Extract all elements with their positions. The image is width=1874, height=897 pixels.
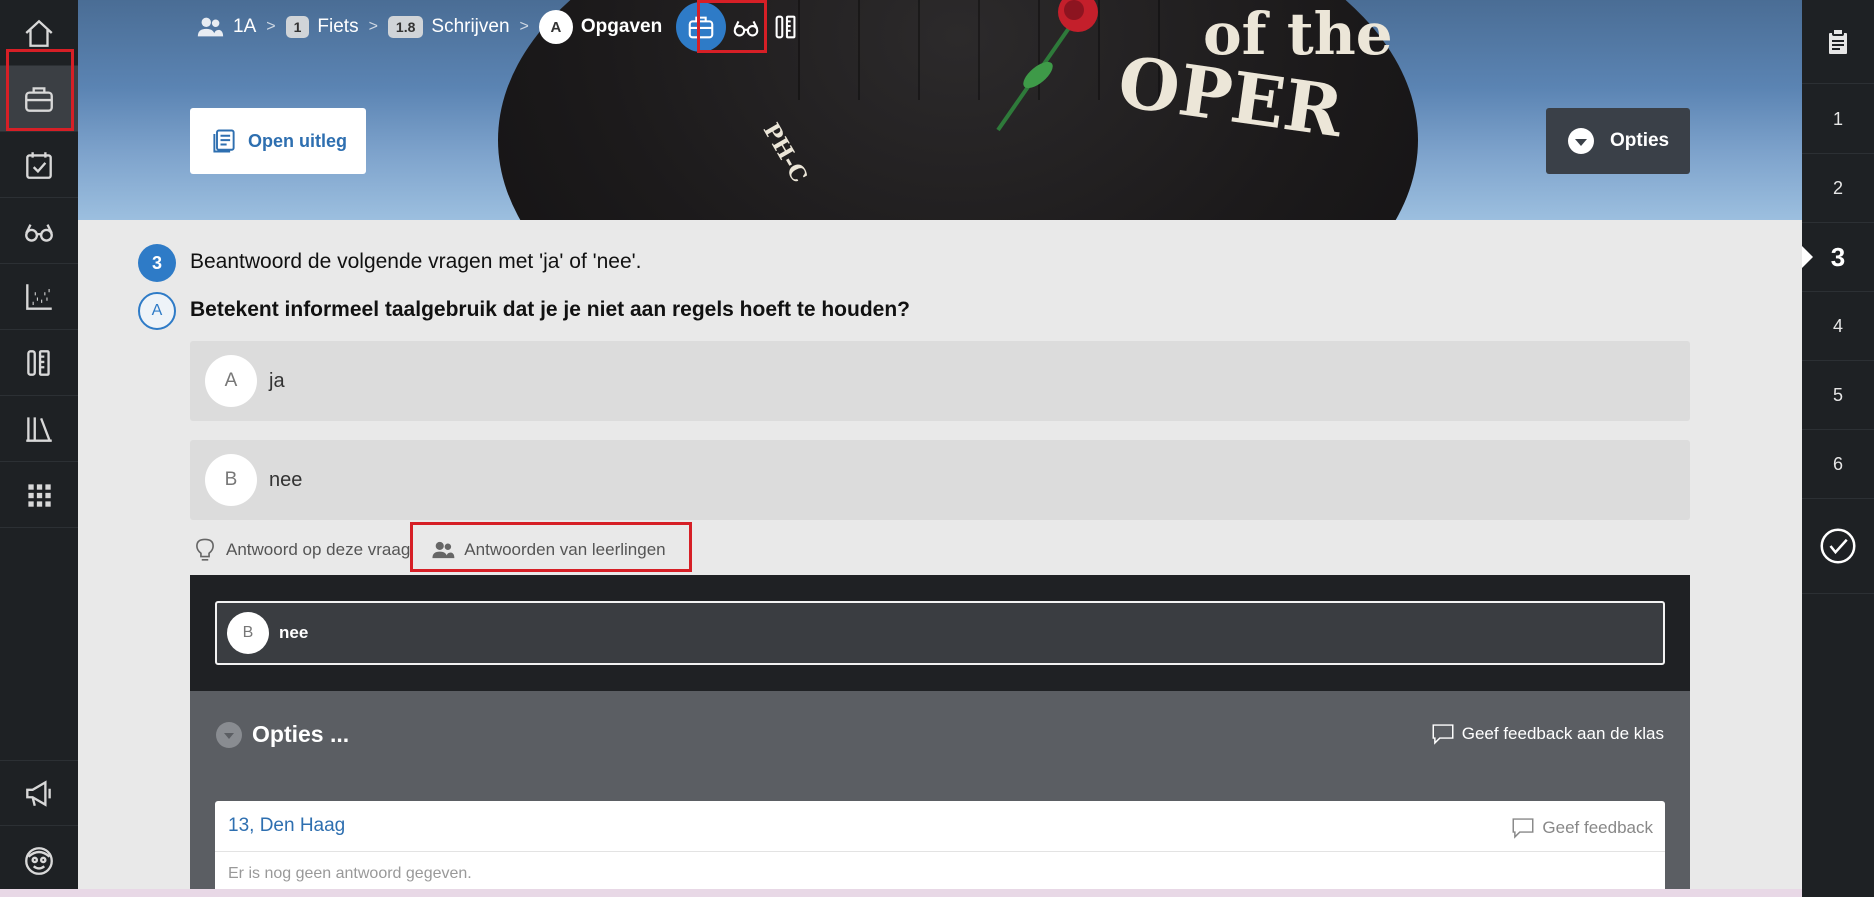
glasses-icon [733,20,759,37]
tools-mode-button[interactable] [766,2,806,52]
rose-icon [996,0,1098,132]
question-text: Betekent informeel taalgebruik dat je je… [190,298,910,321]
options-title: Opties ... [252,721,350,747]
breadcrumb-part[interactable]: Opgaven [581,16,662,38]
library-icon [26,416,52,442]
tools-icon [775,15,796,39]
choice-letter: A [205,355,257,407]
finish-button[interactable] [1802,499,1874,594]
open-uitleg-label: Open uitleg [248,130,347,151]
choice-letter: B [205,454,257,506]
section-number-badge: 1.8 [387,16,424,38]
breadcrumb: 1A > 1 Fiets > 1.8 Schrijven > A Opgaven [195,2,806,52]
avatar-icon [25,846,53,875]
check-circle-icon [1820,528,1856,564]
student-feedback-label: Geef feedback [1542,818,1653,837]
breadcrumb-class[interactable]: 1A [233,16,256,38]
megaphone-icon [26,780,51,807]
student-empty-text: Er is nog geen antwoord gegeven. [228,865,472,882]
clipboard-button[interactable] [1802,0,1874,84]
comment-icon [1512,818,1534,839]
briefcase-mode-button[interactable] [676,2,727,52]
breadcrumb-section[interactable]: Schrijven [431,16,509,38]
comment-icon [1432,724,1454,745]
briefcase-icon [25,86,53,112]
answer-tabs: Antwoord op deze vraag Antwoorden van le… [192,530,672,570]
choice-option-a[interactable]: A ja [190,341,1690,421]
tasks-button[interactable] [0,132,78,198]
breadcrumb-separator: > [266,18,276,35]
options-toggle[interactable]: Opties ... [216,721,349,748]
announcements-button[interactable] [0,760,78,826]
tab-answer[interactable]: Antwoord op deze vraag [192,530,416,570]
scatter-chart-icon [26,283,52,310]
right-sidebar: 1 2 3 4 5 6 [1802,0,1874,897]
opties-button[interactable]: Opties [1546,108,1690,174]
choice-option-b[interactable]: B nee [190,440,1690,520]
question-number-badge: 3 [138,244,176,282]
calendar-check-icon [26,151,52,179]
question-nav-2[interactable]: 2 [1802,154,1874,223]
subquestion-letter-badge: A [138,292,176,330]
apps-button[interactable] [0,462,78,528]
clipboard-icon [1827,27,1849,56]
reading-button[interactable] [0,198,78,264]
tab-student-answers[interactable]: Antwoorden van leerlingen [430,530,671,570]
tools-icon [27,349,50,376]
class-feedback-label: Geef feedback aan de klas [1461,724,1664,743]
users-icon [432,541,455,559]
selected-answer-label: nee [279,623,309,642]
open-uitleg-button[interactable]: Open uitleg [190,108,366,174]
choice-label: ja [269,369,285,392]
chapter-number-badge: 1 [285,16,310,38]
book-icon [213,129,235,153]
student-feedback-button[interactable]: Geef feedback [1510,815,1653,841]
results-button[interactable] [0,264,78,330]
briefcase-icon [688,16,714,39]
tab-answer-label: Antwoord op deze vraag [226,540,411,559]
left-sidebar [0,0,78,897]
opties-label: Opties [1610,130,1670,151]
briefcase-button[interactable] [0,66,78,132]
profile-button[interactable] [0,828,78,894]
question-nav-5[interactable]: 5 [1802,361,1874,430]
breadcrumb-chapter[interactable]: Fiets [317,16,358,38]
question-nav-3[interactable]: 3 [1802,223,1874,292]
question-nav-6[interactable]: 6 [1802,430,1874,499]
tools-button[interactable] [0,330,78,396]
question-nav-4[interactable]: 4 [1802,292,1874,361]
glasses-icon [25,223,53,242]
balloon-text-3: PH-C [757,118,813,188]
grid-icon [28,483,51,507]
selected-answer[interactable]: B nee [215,601,1665,665]
question-instruction: Beantwoord de volgende vragen met 'ja' o… [190,250,642,273]
breadcrumb-separator: > [368,18,378,35]
bottom-strip [0,889,1874,897]
part-letter-badge: A [538,10,573,44]
choice-label: nee [269,468,303,491]
library-button[interactable] [0,396,78,462]
question-nav-1[interactable]: 1 [1802,85,1874,154]
divider [215,851,1665,852]
student-name[interactable]: 13, Den Haag [228,815,345,837]
home-icon [25,19,53,47]
student-card: 13, Den Haag Geef feedback Er is nog gee… [215,801,1665,897]
student-answers-panel: B nee Opties ... Geef feedback aan de kl… [190,575,1690,897]
chevron-down-icon [1568,128,1594,154]
selected-answer-letter: B [227,612,269,654]
class-feedback-button[interactable]: Geef feedback aan de klas [1430,721,1664,747]
home-button[interactable] [0,0,78,66]
lightbulb-icon [196,538,214,561]
tab-student-answers-label: Antwoorden van leerlingen [464,540,666,559]
reading-mode-button[interactable] [726,2,766,52]
class-group-icon [197,17,224,37]
breadcrumb-separator: > [519,18,529,35]
chevron-down-icon [216,721,242,748]
